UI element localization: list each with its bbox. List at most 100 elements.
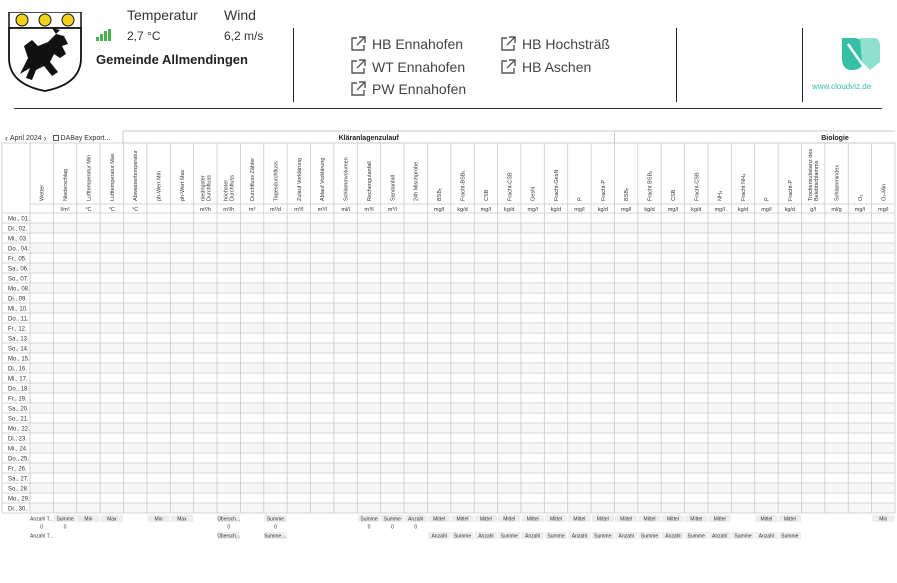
row-label: Fr., 05. bbox=[8, 257, 27, 263]
row-stripe bbox=[30, 263, 895, 273]
row-stripe bbox=[30, 283, 895, 293]
row-label: Di., 09. bbox=[8, 297, 27, 303]
footer-aggregate2-cell: Übersch... bbox=[217, 532, 240, 539]
column-header: Fracht-BSB₅ bbox=[461, 170, 467, 201]
column-unit: mg/l bbox=[714, 207, 724, 213]
row-label: Mo., 22. bbox=[8, 427, 30, 433]
column-header: P bbox=[577, 197, 583, 201]
footer-aggregate2-cell: Anzahl bbox=[525, 533, 540, 539]
row-label: Mi., 03. bbox=[8, 237, 28, 243]
footer-aggregate-cell: Mittel bbox=[784, 516, 796, 522]
footer-aggregate-cell: Mittel bbox=[433, 516, 445, 522]
footer-aggregate2-cell: Summe bbox=[641, 533, 658, 539]
column-header: Fracht-P bbox=[788, 180, 794, 201]
footer-aggregate2-cell: Summe bbox=[688, 533, 705, 539]
row-label: Do., 18. bbox=[8, 387, 29, 393]
column-header: BSB₅ bbox=[624, 188, 630, 201]
column-header: Abwassertemperatur bbox=[133, 150, 139, 201]
row-stripe bbox=[30, 363, 895, 373]
footer-aggregate-cell: Mittel bbox=[620, 516, 632, 522]
row-stripe bbox=[30, 443, 895, 453]
column-unit: m³/h bbox=[223, 207, 234, 213]
footer-aggregate-cell: Mittel bbox=[573, 516, 585, 522]
column-unit: mg/l bbox=[481, 207, 491, 213]
footer-aggregate-cell: Summe bbox=[360, 516, 377, 522]
footer-aggregate2-cell: Summe bbox=[454, 533, 471, 539]
column-header: Fracht NH₄ bbox=[741, 173, 747, 201]
column-unit: mg/l bbox=[855, 207, 865, 213]
footer-aggregate2-cell: Summe bbox=[501, 533, 518, 539]
footer-aggregate2-cell: Summe bbox=[547, 533, 564, 539]
column-unit: m³/d bbox=[270, 207, 281, 213]
column-unit: mg/l bbox=[668, 207, 678, 213]
group-header-biologie: Biologie bbox=[821, 135, 849, 142]
row-label: Mo., 08. bbox=[8, 287, 30, 293]
row-label: Sa., 06. bbox=[8, 267, 29, 273]
footer-value-cell: 0 bbox=[368, 524, 371, 530]
column-unit: l/m² bbox=[60, 207, 69, 213]
row-label: Fr., 12. bbox=[8, 327, 27, 333]
column-unit: °C bbox=[109, 207, 115, 213]
row-stripe bbox=[30, 483, 895, 493]
footer-aggregate-cell: Max bbox=[177, 516, 187, 522]
column-unit: m³/l bbox=[364, 207, 373, 213]
column-header: NH₄ bbox=[718, 190, 724, 201]
row-label: Mi., 10. bbox=[8, 307, 28, 313]
column-header: Sandanfall bbox=[390, 175, 396, 201]
row-label: So., 21. bbox=[8, 417, 29, 423]
footer-value-cell: 0 bbox=[391, 524, 394, 530]
row-label: Do., 25. bbox=[8, 457, 29, 463]
column-header: ph-Wert Min bbox=[157, 171, 163, 201]
footer-aggregate-cell: Mittel bbox=[714, 516, 726, 522]
row-stripe bbox=[30, 383, 895, 393]
footer-aggregate-cell: Mittel bbox=[503, 516, 515, 522]
column-unit: m³/h bbox=[200, 207, 211, 213]
footer-aggregate-cell: Mittel bbox=[550, 516, 562, 522]
row-label: Do., 11. bbox=[8, 317, 29, 323]
column-header: Durchfluss bbox=[206, 175, 212, 201]
column-header: Ablauf Vorklärung bbox=[320, 158, 326, 201]
footer-aggregate2-cell: Anzahl bbox=[478, 533, 493, 539]
row-stripe bbox=[30, 423, 895, 433]
row-label: Sa., 20. bbox=[8, 407, 29, 413]
column-header: Schlammvolumen bbox=[344, 157, 350, 201]
footer-aggregate-cell: Mittel bbox=[667, 516, 679, 522]
column-header: Fracht BSB₅ bbox=[648, 171, 654, 201]
row-stripe bbox=[30, 323, 895, 333]
data-table: Kläranlagenzulauf Biologie Wetter Niedersch… bbox=[1, 130, 896, 540]
row-stripe bbox=[30, 403, 895, 413]
row-label: Di., 02. bbox=[8, 227, 27, 233]
footer-aggregate-cell: Mittel bbox=[597, 516, 609, 522]
footer-value-cell: 0 bbox=[274, 524, 277, 530]
footer-value-cell: 0 bbox=[414, 524, 417, 530]
row-label: Mi., 17. bbox=[8, 377, 28, 383]
column-unit: mg/l bbox=[761, 207, 771, 213]
footer-aggregate-cell: Mittel bbox=[480, 516, 492, 522]
column-header: GesN bbox=[531, 187, 537, 201]
row-label: Fr., 19. bbox=[8, 397, 27, 403]
footer-aggregate2-cell: Summe bbox=[594, 533, 611, 539]
column-header: Fracht-GesN bbox=[554, 169, 560, 201]
column-unit: kg/d bbox=[504, 207, 514, 213]
column-unit: m³/l bbox=[388, 207, 397, 213]
row-stripe bbox=[30, 503, 895, 513]
footer-aggregate-cell: Übersch... bbox=[217, 515, 240, 522]
row-label: Mo., 29. bbox=[8, 497, 30, 503]
footer-value-cell: 0 bbox=[64, 524, 67, 530]
row-stripe bbox=[30, 303, 895, 313]
column-header: Fracht-P bbox=[601, 180, 607, 201]
footer-aggregate-cell: Mittel bbox=[457, 516, 469, 522]
row-label: Mo., 15. bbox=[8, 357, 30, 363]
column-unit: ml/l bbox=[341, 207, 350, 213]
column-unit: °C bbox=[85, 207, 91, 213]
column-header: ph-Wert Max bbox=[180, 169, 186, 201]
group-header-klaeranlagenzulauf: Kläranlagenzulauf bbox=[339, 135, 400, 142]
footer-aggregate-cell: Mittel bbox=[644, 516, 656, 522]
column-unit: g/l bbox=[810, 207, 816, 213]
row-stripe bbox=[30, 343, 895, 353]
row-label: So., 28. bbox=[8, 487, 29, 493]
footer-aggregate2-cell: Anzahl bbox=[619, 533, 634, 539]
footer-aggregate2-cell: Anzahl bbox=[431, 533, 446, 539]
column-unit: m³ bbox=[249, 207, 256, 213]
column-header: Lufttemperatur Max bbox=[110, 153, 116, 201]
